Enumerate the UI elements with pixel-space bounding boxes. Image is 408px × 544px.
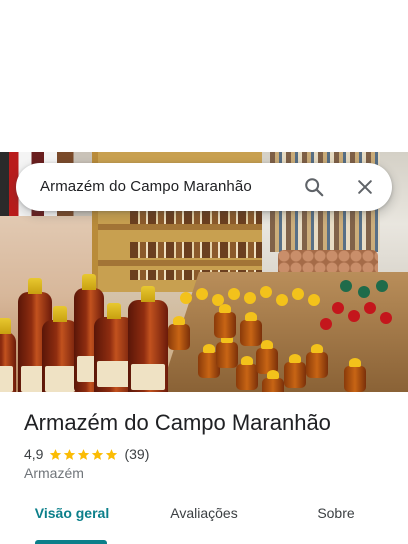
photo-honey-jar — [240, 312, 262, 346]
rating-row[interactable]: 4,9 (39) — [24, 445, 149, 463]
rating-value: 4,9 — [24, 446, 44, 462]
photo-jar-lid — [348, 310, 360, 322]
photo-jar-lid — [376, 280, 388, 292]
photo-jar-lid — [276, 294, 288, 306]
star-icon — [50, 448, 62, 460]
close-icon[interactable] — [353, 175, 377, 199]
star-icon — [78, 448, 90, 460]
photo-jar-lid — [260, 286, 272, 298]
photo-honey-jar — [216, 334, 238, 368]
tab-about[interactable]: Sobre — [296, 500, 376, 544]
star-icon — [64, 448, 76, 460]
search-input[interactable]: Armazém do Campo Maranhão — [40, 178, 252, 195]
photo-honey-jar — [214, 304, 236, 338]
map-blank-area — [0, 0, 408, 152]
photo-jar-lid — [320, 318, 332, 330]
photo-bottle — [0, 318, 16, 392]
photo-honey-jar — [306, 344, 328, 378]
star-icon — [92, 448, 104, 460]
place-title: Armazém do Campo Maranhão — [24, 410, 331, 435]
search-bar[interactable]: Armazém do Campo Maranhão — [16, 163, 392, 211]
photo-jar-lid — [196, 288, 208, 300]
photo-honey-jar — [262, 370, 284, 392]
photo-jar-lid — [292, 288, 304, 300]
photo-jar-lid — [332, 302, 344, 314]
photo-honey-jar — [236, 356, 258, 390]
photo-bottle — [128, 286, 168, 392]
photo-jar-lid — [340, 280, 352, 292]
photo-honey-jar — [168, 316, 190, 350]
place-category: Armazém — [24, 465, 84, 481]
photo-jar-lid — [364, 302, 376, 314]
photo-bottle — [42, 306, 78, 392]
photo-jar-lid — [358, 286, 370, 298]
photo-honey-jar — [344, 358, 366, 392]
photo-jar-lid — [228, 288, 240, 300]
photo-honey-jar — [284, 354, 306, 388]
star-icon — [106, 448, 118, 460]
review-count: (39) — [124, 446, 150, 462]
photo-jar-lid — [212, 294, 224, 306]
photo-jar-lid — [180, 292, 192, 304]
active-tab-indicator — [35, 540, 107, 544]
star-rating — [49, 448, 118, 461]
photo-jar-lid — [308, 294, 320, 306]
photo-jar-lid — [244, 292, 256, 304]
search-icon[interactable] — [302, 175, 326, 199]
place-info-panel: Armazém do Campo Maranhão 4,9 (39) Armaz… — [0, 392, 408, 544]
tab-overview[interactable]: Visão geral — [24, 500, 120, 544]
place-tabs: Visão geral Avaliações Sobre — [0, 500, 408, 544]
tab-reviews[interactable]: Avaliações — [156, 500, 252, 544]
photo-jar-lid — [380, 312, 392, 324]
